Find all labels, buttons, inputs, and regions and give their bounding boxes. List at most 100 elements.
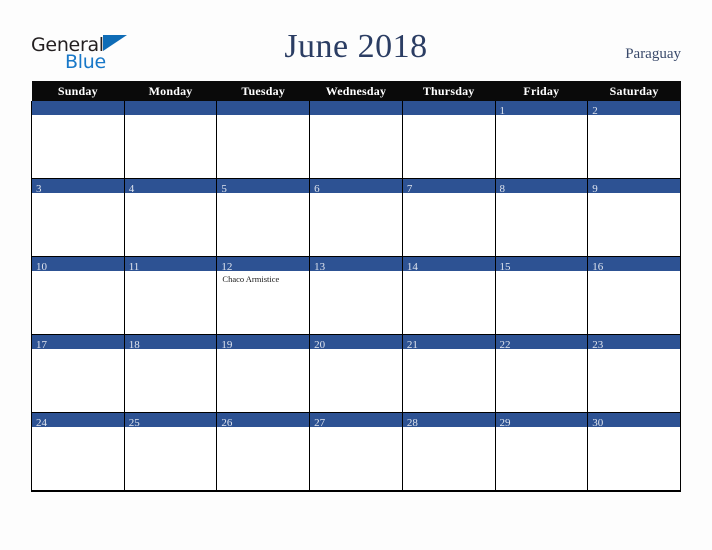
day-number: 26 [221, 417, 233, 429]
calendar-empty-cell [31, 101, 125, 179]
page-header: General Blue June 2018 Paraguay [0, 0, 712, 81]
calendar-header-row: Sunday Monday Tuesday Wednesday Thursday Frid… [31, 81, 681, 101]
calendar-day-cell[interactable]: 27 [309, 412, 403, 492]
day-cell-inner: 16 [588, 257, 680, 334]
page-title: June 2018 [284, 28, 428, 65]
day-cell-inner: 18 [124, 335, 217, 412]
day-number-bar: 6 [310, 179, 402, 195]
day-cell-inner: 4 [124, 179, 217, 256]
day-number-bar [124, 101, 217, 115]
calendar-day-cell[interactable]: 2 [587, 101, 681, 179]
calendar-day-cell[interactable]: 4 [123, 178, 218, 257]
day-cell-inner: 23 [588, 335, 680, 412]
day-cell-inner: 19 [217, 335, 310, 412]
day-cell-inner: 3 [32, 179, 124, 256]
day-number-bar: 28 [402, 413, 495, 429]
calendar-day-cell[interactable]: 17 [31, 334, 125, 413]
weekday-header-monday: Monday [124, 81, 217, 101]
day-number-bar: 25 [124, 413, 217, 429]
calendar-day-cell[interactable]: 14 [401, 256, 496, 335]
day-cell-inner: 20 [310, 335, 402, 412]
calendar-day-cell[interactable]: 13 [309, 256, 403, 335]
calendar-day-cell[interactable]: 10 [31, 256, 125, 335]
day-cell-inner: 12 Chaco Armistice [217, 257, 310, 334]
calendar-day-cell[interactable]: 25 [123, 412, 218, 492]
calendar-day-cell[interactable]: 5 [216, 178, 311, 257]
day-cell-body [403, 193, 495, 196]
day-cell-body: Chaco Armistice [217, 271, 309, 285]
day-number: 2 [592, 105, 598, 117]
day-number-bar [310, 101, 402, 115]
day-cell-inner: 25 [124, 413, 217, 490]
day-cell-inner: 29 [495, 413, 588, 490]
day-number-bar [217, 101, 310, 115]
weekday-header-sunday: Sunday [31, 81, 125, 101]
day-number: 22 [499, 339, 511, 351]
day-number: 7 [406, 183, 413, 195]
calendar-day-cell[interactable]: 22 [494, 334, 589, 413]
day-number: 5 [221, 183, 227, 195]
day-number-bar: 4 [124, 179, 217, 195]
calendar-day-cell[interactable]: 23 [587, 334, 681, 413]
calendar-day-cell[interactable]: 11 [123, 256, 218, 335]
calendar-day-cell[interactable]: 8 [494, 178, 589, 257]
calendar-day-cell[interactable]: 20 [309, 334, 403, 413]
day-cell-body [496, 193, 588, 196]
day-cell-body [125, 193, 217, 196]
day-number: 6 [314, 183, 320, 195]
day-number-bar: 30 [588, 413, 680, 429]
day-number: 1 [499, 105, 506, 117]
calendar-day-cell[interactable]: 3 [31, 178, 125, 257]
calendar-day-cell[interactable]: 18 [123, 334, 218, 413]
day-number-bar: 12 [217, 257, 310, 273]
day-cell-body [496, 115, 588, 118]
calendar-week-row: 3 4 5 6 7 8 9 [31, 178, 681, 257]
calendar-day-cell[interactable]: 12 Chaco Armistice [216, 256, 311, 335]
calendar-day-cell[interactable]: 6 [309, 178, 403, 257]
day-cell-inner: 2 [588, 101, 680, 178]
day-number-bar [402, 101, 495, 115]
calendar-day-cell[interactable]: 24 [31, 412, 125, 492]
day-number: 10 [36, 261, 47, 273]
day-cell-inner [310, 101, 402, 178]
calendar-day-cell[interactable]: 1 [494, 101, 589, 179]
day-number: 11 [128, 261, 140, 273]
day-cell-inner: 14 [402, 257, 495, 334]
day-cell-body [32, 193, 124, 196]
calendar-day-cell[interactable]: 16 [587, 256, 681, 335]
calendar-day-cell[interactable]: 30 [587, 412, 681, 492]
calendar-day-cell[interactable]: 9 [587, 178, 681, 257]
day-number: 17 [36, 339, 47, 351]
day-cell-body [32, 115, 124, 118]
day-number-bar: 10 [32, 257, 124, 273]
calendar-day-cell[interactable]: 28 [401, 412, 496, 492]
day-cell-body [217, 115, 309, 118]
day-number: 27 [314, 417, 326, 429]
calendar-day-cell[interactable]: 26 [216, 412, 311, 492]
calendar-empty-cell [401, 101, 496, 179]
day-cell-inner: 10 [32, 257, 124, 334]
calendar-week-row: 10 11 12 Chaco Armistice 13 14 15 16 [31, 256, 681, 335]
day-number: 19 [221, 339, 233, 351]
day-cell-inner [124, 101, 217, 178]
day-number-bar: 27 [310, 413, 402, 429]
calendar-day-cell[interactable]: 21 [401, 334, 496, 413]
calendar-day-cell[interactable]: 7 [401, 178, 496, 257]
weekday-header-thursday: Thursday [402, 81, 496, 101]
calendar-empty-cell [309, 101, 403, 179]
calendar-empty-cell [216, 101, 311, 179]
day-number-bar: 7 [402, 179, 495, 195]
day-cell-body [217, 193, 309, 196]
day-number: 20 [314, 339, 326, 351]
day-number: 30 [592, 417, 604, 429]
day-number: 14 [406, 261, 418, 273]
day-number-bar: 23 [588, 335, 680, 351]
calendar-week-row: 24 25 26 27 28 29 30 [31, 412, 681, 492]
day-cell-inner: 22 [495, 335, 588, 412]
calendar-day-cell[interactable]: 19 [216, 334, 311, 413]
calendar-day-cell[interactable]: 15 [494, 256, 589, 335]
day-number-bar: 9 [588, 179, 680, 195]
day-cell-inner: 11 [124, 257, 217, 334]
calendar-day-cell[interactable]: 29 [494, 412, 589, 492]
calendar-empty-cell [123, 101, 218, 179]
